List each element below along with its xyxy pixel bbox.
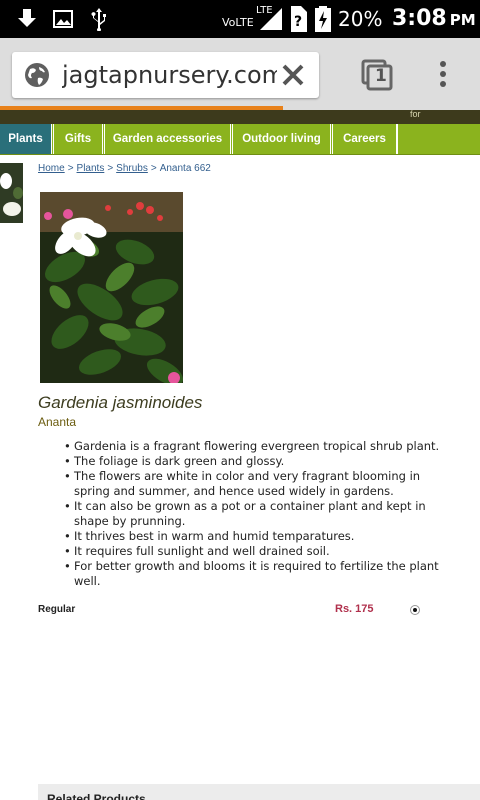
svg-text:?: ? (294, 14, 302, 30)
battery-percent: 20% (338, 7, 383, 31)
nav-item-plants[interactable]: Plants (0, 124, 52, 154)
globe-icon (25, 63, 49, 87)
clock: 3:08 PM (392, 6, 476, 31)
list-item: It thrives best in warm and humid tempar… (64, 529, 454, 544)
list-item: The foliage is dark green and glossy. (64, 454, 454, 469)
breadcrumb-separator: > (107, 163, 114, 174)
tab-count: 1 (375, 66, 387, 86)
breadcrumb-separator: > (150, 163, 157, 174)
nav-item-outdoor-living[interactable]: Outdoor living (232, 124, 331, 154)
header-text: for (410, 109, 421, 119)
close-icon[interactable] (280, 61, 306, 89)
product-features-list: Gardenia is a fragrant flowering evergre… (64, 439, 454, 589)
site-header-strip: for (0, 109, 480, 124)
address-bar[interactable]: jagtapnursery.com (12, 52, 319, 98)
breadcrumb-shrubs[interactable]: Shrubs (116, 163, 148, 174)
breadcrumb-home[interactable]: Home (38, 163, 65, 174)
breadcrumb-separator: > (67, 163, 74, 174)
list-item: For better growth and blooms it is requi… (64, 559, 454, 589)
battery-charging-icon (315, 6, 331, 32)
list-item: Gardenia is a fragrant flowering evergre… (64, 439, 454, 454)
variant-label: Regular (38, 604, 76, 615)
signal-icon (260, 8, 282, 30)
breadcrumb: Home > Plants > Shrubs > Ananta 662 (38, 163, 211, 174)
gardenia-photo (40, 192, 183, 383)
nav-item-gifts[interactable]: Gifts (53, 124, 103, 154)
product-image[interactable] (40, 192, 183, 383)
network-label: VoLTE (222, 16, 254, 29)
nav-item-careers[interactable]: Careers (332, 124, 398, 154)
list-item: It can also be grown as a pot or a conta… (64, 499, 454, 529)
product-subtitle: Ananta (38, 415, 77, 429)
related-products-header: Related Products (38, 784, 480, 800)
browser-toolbar: jagtapnursery.com 1 (0, 38, 480, 110)
breadcrumb-current: Ananta 662 (159, 163, 211, 174)
overflow-menu-icon[interactable] (438, 60, 448, 90)
price-value: Rs. 175 (335, 603, 374, 615)
image-icon (53, 10, 73, 28)
clock-time: 3:08 (392, 6, 447, 31)
usb-icon (91, 8, 106, 31)
main-nav: Plants Gifts Garden accessories Outdoor … (0, 124, 480, 155)
breadcrumb-plants[interactable]: Plants (77, 163, 105, 174)
url-text[interactable]: jagtapnursery.com (62, 61, 277, 89)
tab-switcher-button[interactable]: 1 (360, 58, 394, 97)
status-bar: VoLTE LTE ? 20% 3:08 PM (0, 0, 480, 38)
download-icon (18, 9, 36, 27)
sidebar-thumbnail[interactable] (0, 163, 23, 223)
nav-item-garden-accessories[interactable]: Garden accessories (104, 124, 231, 154)
unknown-sim-icon: ? (291, 6, 307, 32)
product-title: Gardenia jasminoides (38, 393, 203, 412)
clock-suffix: PM (449, 11, 476, 29)
variant-radio[interactable] (410, 605, 420, 615)
related-products-title: Related Products (47, 792, 146, 800)
list-item: It requires full sunlight and well drain… (64, 544, 454, 559)
plant-thumbnail-image (0, 163, 23, 223)
list-item: The flowers are white in color and very … (64, 469, 454, 499)
